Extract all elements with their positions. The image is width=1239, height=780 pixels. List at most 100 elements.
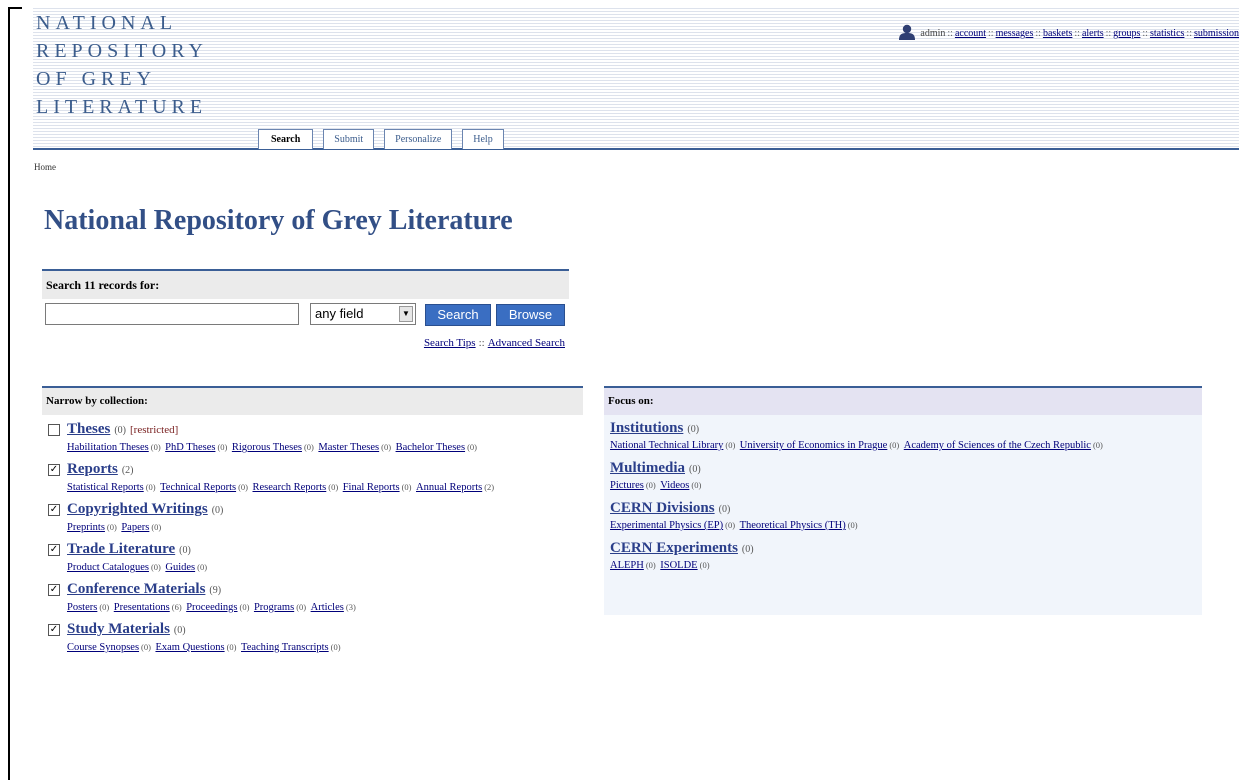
subcollection-link[interactable]: Bachelor Theses — [396, 442, 466, 453]
subcollection-link[interactable]: Presentations — [114, 602, 170, 613]
subcollection-count: (0) — [239, 602, 250, 612]
tab-search[interactable]: Search — [258, 129, 314, 149]
subcollection-link[interactable]: Videos — [660, 480, 689, 491]
tab-personalize[interactable]: Personalize — [384, 129, 453, 149]
subcollection-link[interactable]: Master Theses — [318, 442, 379, 453]
restricted-label: [restricted] — [130, 424, 179, 436]
study-materials-checkbox[interactable]: ✓ — [48, 624, 60, 636]
user-nav-groups[interactable]: groups — [1113, 28, 1140, 39]
focus-cern-experiments: CERN Experiments (0) ALEPH (0) ISOLDE (0) — [604, 537, 1202, 573]
user-nav-account[interactable]: account — [955, 28, 986, 39]
collection-link-copyrighted-writings[interactable]: Copyrighted Writings — [67, 501, 208, 517]
subcollection-count: (0) — [238, 482, 248, 492]
reports-checkbox[interactable]: ✓ — [48, 464, 60, 476]
copyrighted-writings-checkbox[interactable]: ✓ — [48, 504, 60, 516]
subcollection-link[interactable]: Research Reports — [253, 482, 327, 493]
collection-count: (0) — [211, 505, 224, 516]
subcollection-link[interactable]: Proceedings — [186, 602, 237, 613]
subcollection-link[interactable]: Academy of Sciences of the Czech Republi… — [904, 440, 1091, 451]
subcollection-count: (0) — [699, 560, 710, 570]
logo-line-2: REPOSITORY — [36, 40, 208, 62]
subcollection-link[interactable]: Pictures — [610, 480, 644, 491]
collection-link-study-materials[interactable]: Study Materials — [67, 621, 170, 637]
collection-study-materials: ✓ Study Materials (0) Course Synopses (0)… — [42, 619, 583, 655]
browse-button[interactable]: Browse — [496, 304, 565, 326]
subcollection-link[interactable]: ISOLDE — [660, 560, 697, 571]
focus-link-cern-experiments[interactable]: CERN Experiments — [610, 540, 738, 556]
header-divider — [33, 148, 1239, 150]
dropdown-arrow-icon[interactable]: ▼ — [399, 306, 413, 322]
subcollection-link[interactable]: Technical Reports — [160, 482, 236, 493]
collection-conference-materials: ✓ Conference Materials (9) Posters (0) Pr… — [42, 579, 583, 615]
collection-link-trade-literature[interactable]: Trade Literature — [67, 541, 175, 557]
trade-literature-checkbox[interactable]: ✓ — [48, 544, 60, 556]
subcollection-count: (0) — [328, 482, 339, 492]
focus-link-institutions[interactable]: Institutions — [610, 420, 683, 436]
subcollection-link[interactable]: University of Economics in Prague — [740, 440, 888, 451]
subcollection-link[interactable]: ALEPH — [610, 560, 644, 571]
focus-link-multimedia[interactable]: Multimedia — [610, 460, 685, 476]
subcollection-count: (0) — [217, 442, 228, 452]
search-field-select[interactable]: any field ▼ — [310, 303, 416, 325]
collection-copyrighted-writings: ✓ Copyrighted Writings (0) Preprints (0) … — [42, 499, 583, 535]
search-button[interactable]: Search — [425, 304, 491, 326]
subcollection-link[interactable]: Statistical Reports — [67, 482, 144, 493]
user-nav-messages[interactable]: messages — [996, 28, 1034, 39]
subcollection-link[interactable]: National Technical Library — [610, 440, 723, 451]
subcollection-link[interactable]: Papers — [121, 522, 149, 533]
subcollection-link[interactable]: Habilitation Theses — [67, 442, 149, 453]
theses-checkbox[interactable] — [48, 424, 60, 436]
collection-count: (0) — [173, 625, 186, 636]
advanced-search-link[interactable]: Advanced Search — [488, 337, 565, 349]
subcollection-link[interactable]: Programs — [254, 602, 294, 613]
tab-help[interactable]: Help — [462, 129, 504, 149]
subcollection-link[interactable]: Rigorous Theses — [232, 442, 302, 453]
subcollection-link[interactable]: Preprints — [67, 522, 105, 533]
user-nav-submission[interactable]: submission — [1194, 28, 1239, 39]
search-links-sep: :: — [478, 337, 485, 349]
subcollection-list: Pictures (0) Videos (0) — [610, 478, 1202, 493]
conference-materials-checkbox[interactable]: ✓ — [48, 584, 60, 596]
subcollection-count: (0) — [296, 602, 307, 612]
subcollection-count: (0) — [401, 482, 412, 492]
subcollection-link[interactable]: Articles — [311, 602, 344, 613]
subcollection-link[interactable]: Course Synopses — [67, 642, 139, 653]
subcollection-list: Posters (0) Presentations (6) Proceedings(… — [67, 600, 583, 615]
collection-count: (2) — [121, 465, 134, 476]
subcollection-count: (0) — [150, 562, 161, 572]
subcollection-link[interactable]: Teaching Transcripts — [241, 642, 329, 653]
subcollection-link[interactable]: Theoretical Physics (TH) — [740, 520, 846, 531]
subcollection-link[interactable]: Posters — [67, 602, 97, 613]
subcollection-count: (0) — [151, 522, 162, 532]
search-tips-link[interactable]: Search Tips — [424, 337, 476, 349]
collection-link-theses[interactable]: Theses — [67, 421, 110, 437]
focus-link-cern-divisions[interactable]: CERN Divisions — [610, 500, 715, 516]
subcollection-link[interactable]: PhD Theses — [165, 442, 215, 453]
collection-count: (0) — [718, 504, 731, 515]
site-logo[interactable]: NATIONAL REPOSITORY OF GREY LITERATURE — [36, 10, 208, 122]
search-box: Search 11 records for: any field ▼ Searc… — [42, 269, 569, 349]
subcollection-link[interactable]: Final Reports — [343, 482, 400, 493]
user-nav-alerts[interactable]: alerts — [1082, 28, 1104, 39]
breadcrumb-home[interactable]: Home — [34, 162, 56, 172]
focus-heading: Focus on: — [604, 386, 1202, 415]
tab-submit[interactable]: Submit — [323, 129, 375, 149]
subcollection-link[interactable]: Guides — [165, 562, 195, 573]
collection-count: (0) — [687, 424, 700, 435]
subcollection-link[interactable]: Annual Reports — [416, 482, 482, 493]
collection-count: (0) — [741, 544, 754, 555]
subcollection-link[interactable]: Exam Questions — [155, 642, 224, 653]
user-nav-sep: :: — [947, 27, 953, 39]
logo-line-1: NATIONAL — [36, 12, 178, 34]
collection-link-reports[interactable]: Reports — [67, 461, 118, 477]
subcollection-count: (0) — [381, 442, 392, 452]
subcollection-count: (0) — [226, 642, 237, 652]
collection-count: (0) — [179, 545, 191, 556]
subcollection-link[interactable]: Experimental Physics (EP) — [610, 520, 723, 531]
search-input[interactable] — [45, 303, 299, 325]
subcollection-link[interactable]: Product Catalogues — [67, 562, 149, 573]
user-nav-statistics[interactable]: statistics — [1150, 28, 1184, 39]
collection-link-conference-materials[interactable]: Conference Materials — [67, 581, 205, 597]
subcollection-list: Habilitation Theses (0) PhD Theses (0) Rig… — [67, 440, 583, 455]
user-nav-baskets[interactable]: baskets — [1043, 28, 1072, 39]
